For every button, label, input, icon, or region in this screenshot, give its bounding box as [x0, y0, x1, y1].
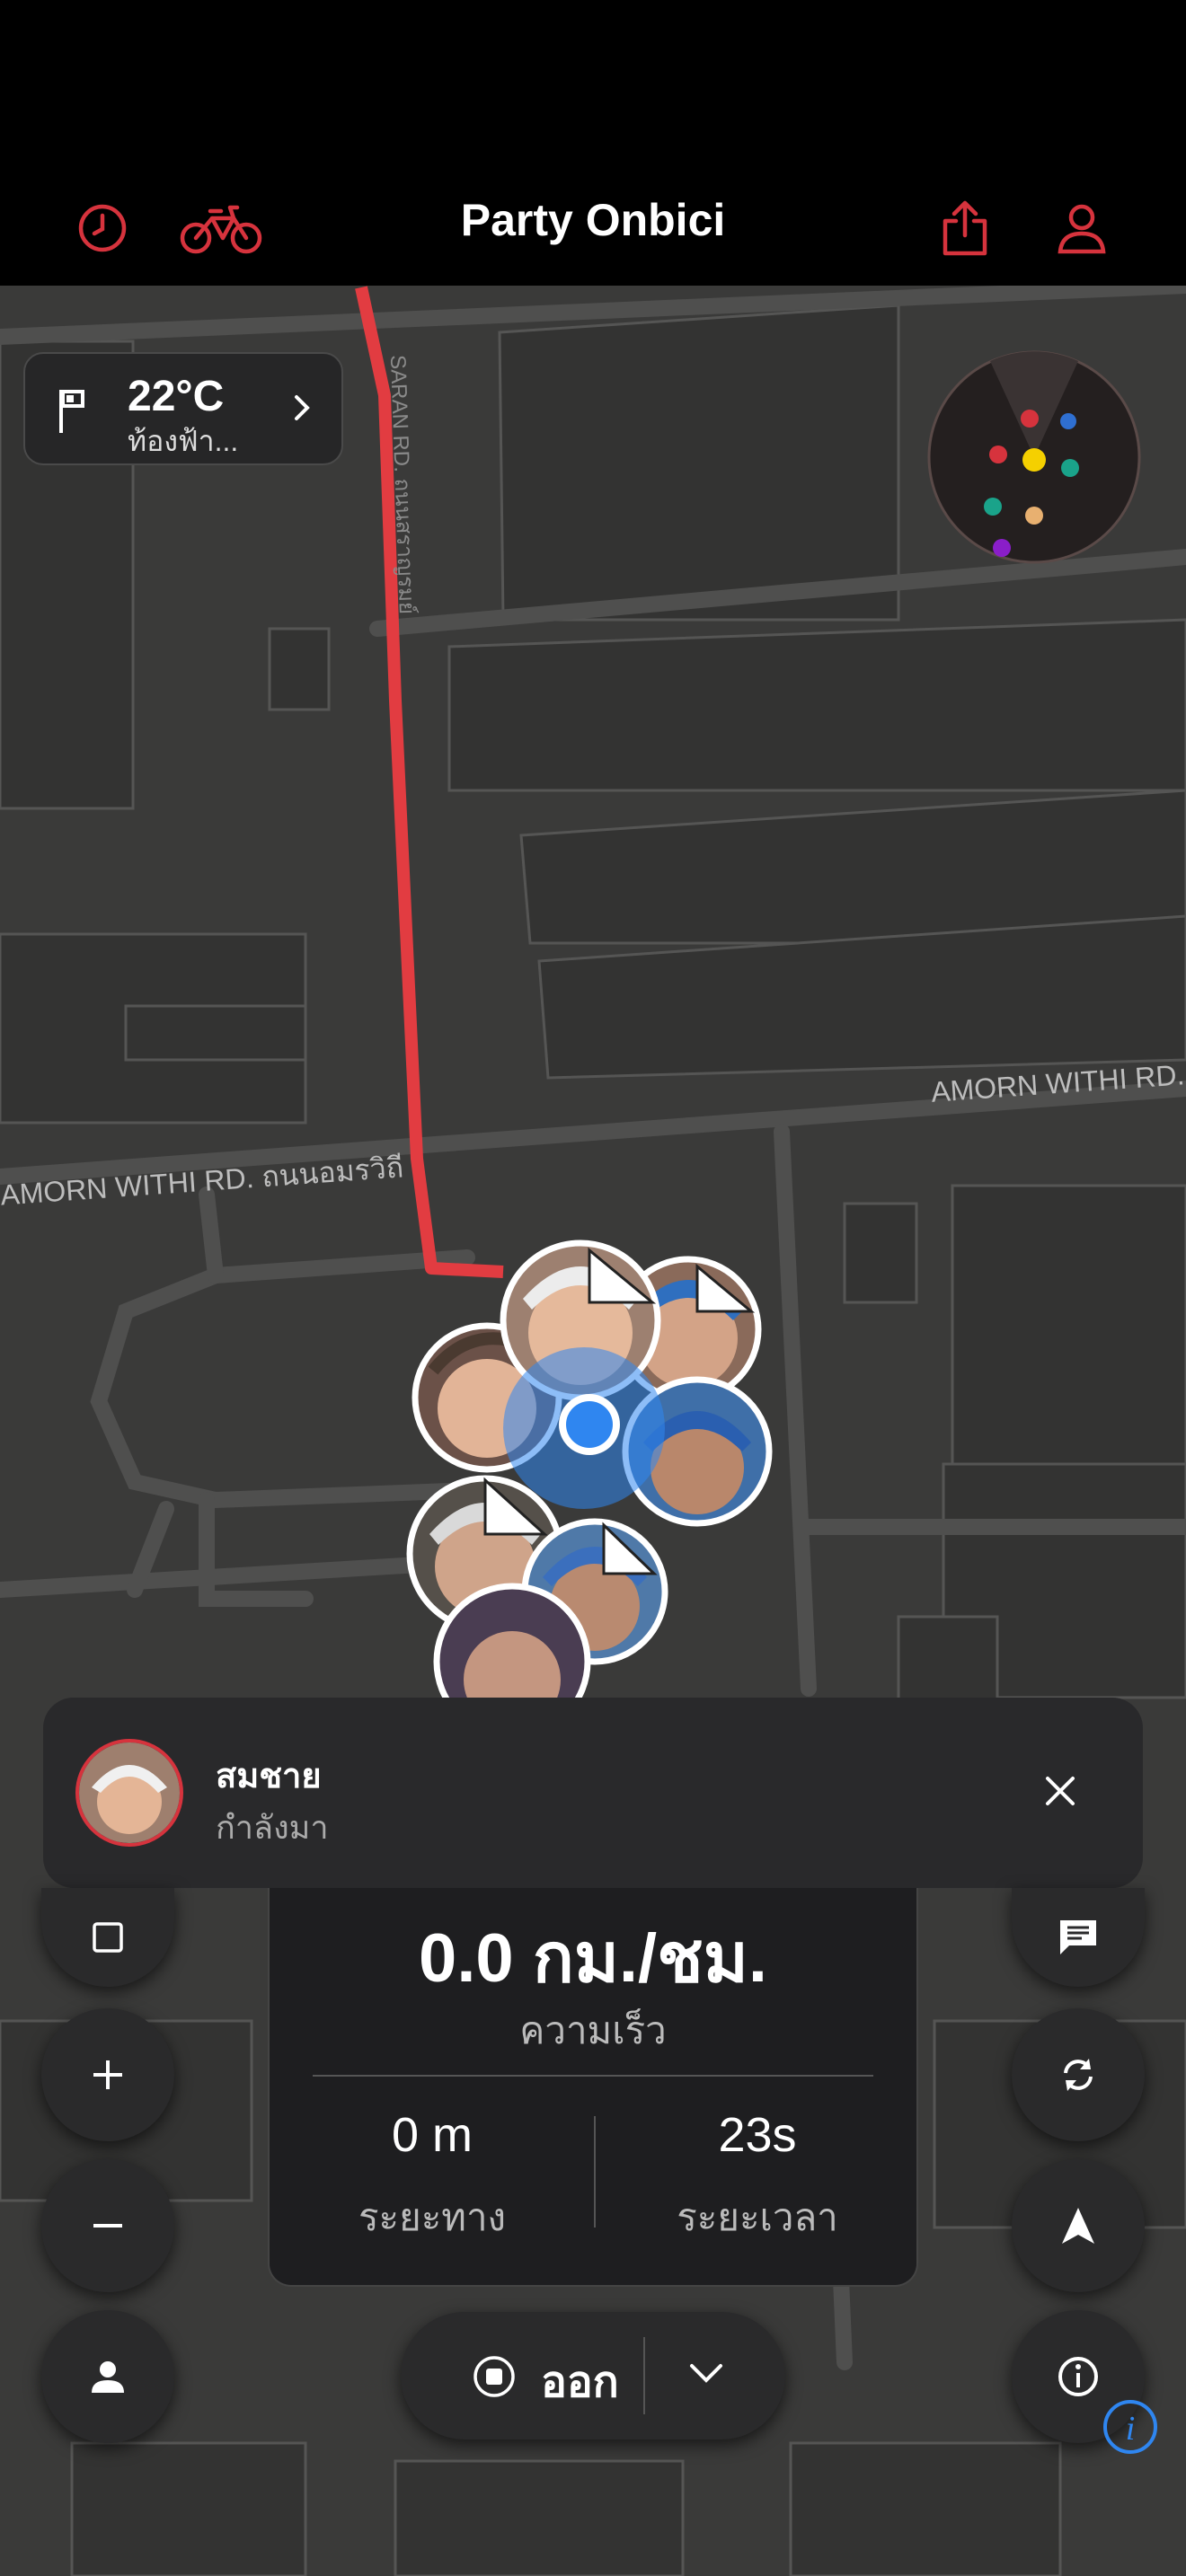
stop-button-label[interactable]: ออก — [541, 2348, 619, 2416]
radar-rider-dot — [1061, 459, 1079, 477]
person-icon — [92, 2361, 124, 2393]
weather-temperature: 22°C — [128, 373, 225, 420]
radar-rider-dot — [984, 498, 1002, 516]
sync-icon — [1064, 2059, 1093, 2091]
zoom-in-icon — [93, 2060, 122, 2089]
distance-value: 0 m — [391, 2108, 474, 2162]
divider — [313, 2075, 873, 2077]
zoom-out-button[interactable] — [41, 2159, 174, 2292]
notification-name: สมชาย — [216, 1758, 322, 1795]
divider — [643, 2337, 645, 2414]
rider-avatars[interactable] — [395, 1231, 773, 1698]
chevron-right-icon — [293, 393, 311, 427]
square-icon — [93, 1922, 123, 1953]
distance-label: ระยะทาง — [358, 2196, 507, 2238]
share-icon[interactable] — [933, 196, 997, 260]
flag-icon — [56, 388, 88, 439]
chat-icon — [1060, 1920, 1096, 1954]
notification-status: กำลังมา — [216, 1809, 329, 1846]
zoom-out-icon — [93, 2224, 122, 2228]
current-location-dot — [566, 1401, 613, 1448]
attribution-info-icon[interactable]: i — [1102, 2398, 1159, 2456]
stop-ride-control[interactable]: ออก — [401, 2312, 785, 2439]
speed-value: 0.0 กม./ชม. — [419, 1920, 767, 1997]
radar-rider-dot — [993, 539, 1011, 557]
avatar — [75, 1739, 183, 1847]
status-bar — [0, 0, 1186, 171]
duration-value: 23s — [718, 2108, 797, 2162]
rider-notification[interactable]: สมชาย กำลังมา — [43, 1698, 1143, 1888]
weather-condition: ท้องฟ้า... — [128, 425, 239, 457]
chevron-down-icon[interactable] — [688, 2353, 724, 2397]
app-title: Party Onbici — [460, 195, 726, 245]
svg-text:i: i — [1126, 2410, 1136, 2448]
close-icon[interactable] — [1031, 1762, 1089, 1820]
top-bar: Party Onbici — [0, 171, 1186, 286]
zoom-in-button[interactable] — [41, 2008, 174, 2141]
profile-icon[interactable] — [1049, 196, 1114, 260]
person-button[interactable] — [41, 2310, 174, 2443]
radar-widget[interactable] — [927, 350, 1141, 564]
radar-rider-dot — [1021, 410, 1039, 428]
weather-widget[interactable]: 22°C ท้องฟ้า... — [23, 352, 343, 465]
ride-stats-panel: 0.0 กม./ชม. ความเร็ว 0 m ระยะทาง 23s ระย… — [268, 1888, 918, 2287]
radar-rider-dot — [1025, 507, 1043, 525]
sync-button[interactable] — [1012, 2008, 1145, 2141]
radar-rider-dot — [1022, 448, 1046, 472]
speed-label: ความเร็ว — [519, 2009, 667, 2051]
rider-cluster[interactable] — [395, 1231, 773, 1698]
stop-icon[interactable] — [473, 2355, 516, 2403]
radar-rider-dot — [989, 446, 1007, 463]
radar-rider-dot — [1060, 413, 1076, 429]
info-icon — [1058, 2357, 1098, 2396]
navigation-button[interactable] — [1012, 2159, 1145, 2292]
navigation-arrow-icon — [1062, 2208, 1094, 2244]
duration-label: ระยะเวลา — [677, 2196, 838, 2238]
